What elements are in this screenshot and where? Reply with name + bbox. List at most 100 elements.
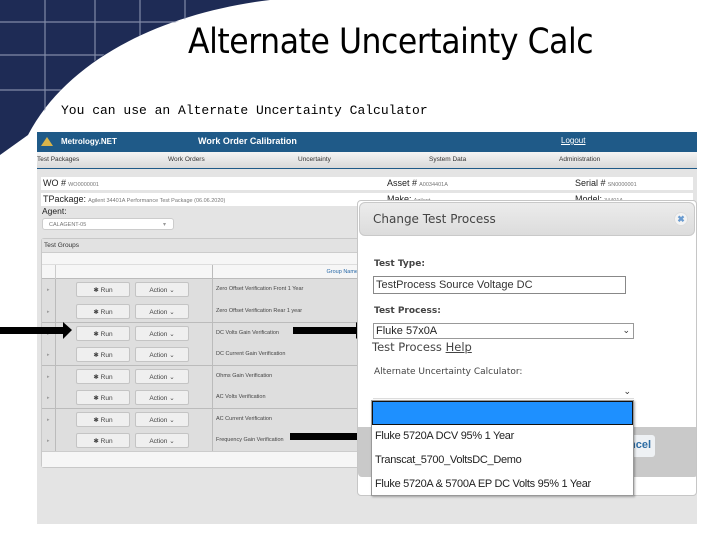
arrow-pointer-dropdown-option bbox=[290, 428, 370, 445]
wo-label: WO # bbox=[43, 178, 67, 188]
expand-row-icon[interactable]: ▸ bbox=[47, 374, 50, 380]
group-name: Zero Offset Verification Rear 1 year bbox=[216, 307, 303, 314]
dialog-header: Change Test Process ✖ bbox=[359, 202, 695, 236]
action-button[interactable]: Action ⌄ bbox=[135, 412, 189, 427]
logo-icon bbox=[41, 137, 53, 146]
dropdown-option[interactable]: Fluke 5720A & 5700A EP DC Volts 95% 1 Ye… bbox=[372, 473, 633, 497]
chevron-down-icon: ⌄ bbox=[169, 331, 175, 338]
table-row: ▸ ✱ Run Action ⌄ Zero Offset Verification F… bbox=[42, 279, 364, 301]
nav-system-data[interactable]: System Data bbox=[429, 156, 466, 163]
chevron-down-icon: ▾ bbox=[162, 222, 166, 228]
run-icon: ✱ bbox=[93, 351, 99, 359]
expand-row-icon[interactable]: ▸ bbox=[47, 352, 50, 358]
action-button[interactable]: Action ⌄ bbox=[135, 326, 189, 341]
grid-header: Group Name bbox=[42, 265, 364, 279]
expand-row-icon[interactable]: ▸ bbox=[47, 395, 50, 401]
action-button[interactable]: Action ⌄ bbox=[135, 346, 189, 362]
agent-label: Agent: bbox=[42, 206, 67, 216]
run-icon: ✱ bbox=[93, 287, 99, 294]
group-name: DC Current Gain Verification bbox=[216, 350, 286, 357]
chevron-down-icon: ⌄ bbox=[623, 386, 631, 396]
table-row: ▸ ✱ Run Action ⌄ Zero Offset Verification R… bbox=[42, 300, 364, 322]
test-process-help: Test Process Help bbox=[372, 340, 472, 354]
dropdown-option[interactable]: Transcat_5700_VoltsDC_Demo bbox=[372, 449, 633, 473]
brand-name: Metrology.NET bbox=[61, 137, 117, 146]
agent-select[interactable]: CALAGENT-05 ▾ bbox=[42, 218, 174, 230]
tpackage-value: Agilent 34401A Performance Test Package … bbox=[88, 198, 226, 204]
run-button[interactable]: ✱ Run bbox=[76, 369, 130, 384]
help-link[interactable]: Help bbox=[446, 340, 472, 354]
chevron-down-icon: ⌄ bbox=[169, 308, 175, 316]
dropdown-option[interactable]: Fluke 5720A DCV 95% 1 Year bbox=[372, 425, 633, 449]
serial-label: Serial # bbox=[575, 178, 606, 188]
wo-value: WO0000001 bbox=[68, 182, 99, 188]
expand-row-icon[interactable]: ▸ bbox=[47, 438, 50, 444]
test-process-label: Test Process: bbox=[374, 306, 441, 316]
expand-row-icon[interactable]: ▸ bbox=[47, 309, 50, 315]
table-row: ▸ ✱ Run Action ⌄ AC Volts Verification bbox=[42, 386, 364, 408]
dropdown-option[interactable] bbox=[372, 401, 633, 425]
alt-calc-label: Alternate Uncertainty Calculator: bbox=[374, 367, 523, 377]
table-row: ▸ ✱ Run Action ⌄ AC Current Verification bbox=[42, 408, 364, 430]
alt-calc-dropdown-list: Fluke 5720A DCV 95% 1 Year Transcat_5700_… bbox=[371, 400, 634, 496]
chevron-down-icon: ⌄ bbox=[169, 287, 175, 294]
logout-link[interactable]: Logout bbox=[561, 136, 585, 145]
test-process-value: Fluke 57x0A bbox=[376, 325, 438, 337]
run-button[interactable]: ✱ Run bbox=[76, 326, 130, 341]
run-button[interactable]: ✱ Run bbox=[76, 346, 130, 362]
group-name: Ohms Gain Verification bbox=[216, 373, 273, 379]
run-icon: ✱ bbox=[93, 374, 99, 381]
test-type-field[interactable]: TestProcess Source Voltage DC bbox=[373, 276, 626, 294]
column-group-name[interactable]: Group Name bbox=[212, 265, 366, 279]
run-icon: ✱ bbox=[93, 308, 99, 316]
top-bar: Metrology.NET Work Order Calibration Log… bbox=[37, 132, 697, 152]
test-groups-title: Test Groups bbox=[42, 239, 364, 253]
group-name: AC Current Verification bbox=[216, 416, 272, 422]
run-button[interactable]: ✱ Run bbox=[76, 282, 130, 297]
chevron-down-icon: ⌄ bbox=[169, 374, 175, 381]
arrow-pointer-dc-volts-row bbox=[0, 322, 72, 339]
action-button[interactable]: Action ⌄ bbox=[135, 432, 189, 448]
action-button[interactable]: Action ⌄ bbox=[135, 389, 189, 405]
expand-row-icon[interactable]: ▸ bbox=[47, 417, 50, 423]
run-icon: ✱ bbox=[93, 331, 99, 338]
chevron-down-icon: ⌄ bbox=[169, 437, 175, 445]
test-process-select[interactable]: Fluke 57x0A ⌄ bbox=[373, 323, 634, 339]
nav-administration[interactable]: Administration bbox=[559, 156, 600, 163]
alt-calc-select[interactable]: ⌄ bbox=[373, 383, 634, 399]
action-button[interactable]: Action ⌄ bbox=[135, 369, 189, 384]
run-button[interactable]: ✱ Run bbox=[76, 389, 130, 405]
chevron-down-icon: ⌄ bbox=[169, 394, 175, 402]
group-name: Frequency Gain Verification bbox=[216, 436, 284, 443]
table-row: ▸ ✱ Run Action ⌄ Ohms Gain Verification bbox=[42, 365, 364, 387]
nav-work-orders[interactable]: Work Orders bbox=[168, 156, 205, 163]
chevron-down-icon: ⌄ bbox=[622, 325, 630, 335]
close-icon[interactable]: ✖ bbox=[674, 212, 688, 226]
group-name: AC Volts Verification bbox=[216, 393, 266, 400]
expand-row-icon[interactable]: ▸ bbox=[47, 287, 50, 293]
chevron-down-icon: ⌄ bbox=[169, 417, 175, 424]
run-button[interactable]: ✱ Run bbox=[76, 412, 130, 427]
run-icon: ✱ bbox=[93, 417, 99, 424]
dialog-title: Change Test Process bbox=[373, 212, 496, 226]
info-row-wo: WO # WO0000001 Asset # A0034401A Serial … bbox=[41, 177, 693, 190]
run-button[interactable]: ✱ Run bbox=[76, 432, 130, 448]
group-name: Zero Offset Verification Front 1 Year bbox=[216, 286, 304, 292]
nav-test-packages[interactable]: Test Packages bbox=[37, 156, 79, 163]
tpackage-label: TPackage: bbox=[43, 194, 87, 204]
chevron-down-icon: ⌄ bbox=[169, 351, 175, 359]
slide-subtitle: You can use an Alternate Uncertainty Cal… bbox=[61, 103, 428, 118]
serial-value: SN0000001 bbox=[607, 182, 637, 188]
action-button[interactable]: Action ⌄ bbox=[135, 303, 189, 319]
nav-uncertainty[interactable]: Uncertainty bbox=[298, 156, 331, 163]
run-button[interactable]: ✱ Run bbox=[76, 303, 130, 319]
arrow-pointer-test-process bbox=[293, 322, 365, 339]
nav-bar: Test Packages Work Orders Uncertainty Sy… bbox=[37, 152, 697, 169]
group-name: DC Volts Gain Verification bbox=[216, 330, 279, 336]
asset-value: A0034401A bbox=[419, 182, 448, 188]
table-row: ▸ ✱ Run Action ⌄ DC Current Gain Verificati… bbox=[42, 343, 364, 365]
run-icon: ✱ bbox=[93, 437, 99, 445]
slide-title: Alternate Uncertainty Calc bbox=[188, 22, 594, 62]
action-button[interactable]: Action ⌄ bbox=[135, 282, 189, 297]
asset-label: Asset # bbox=[387, 178, 418, 188]
